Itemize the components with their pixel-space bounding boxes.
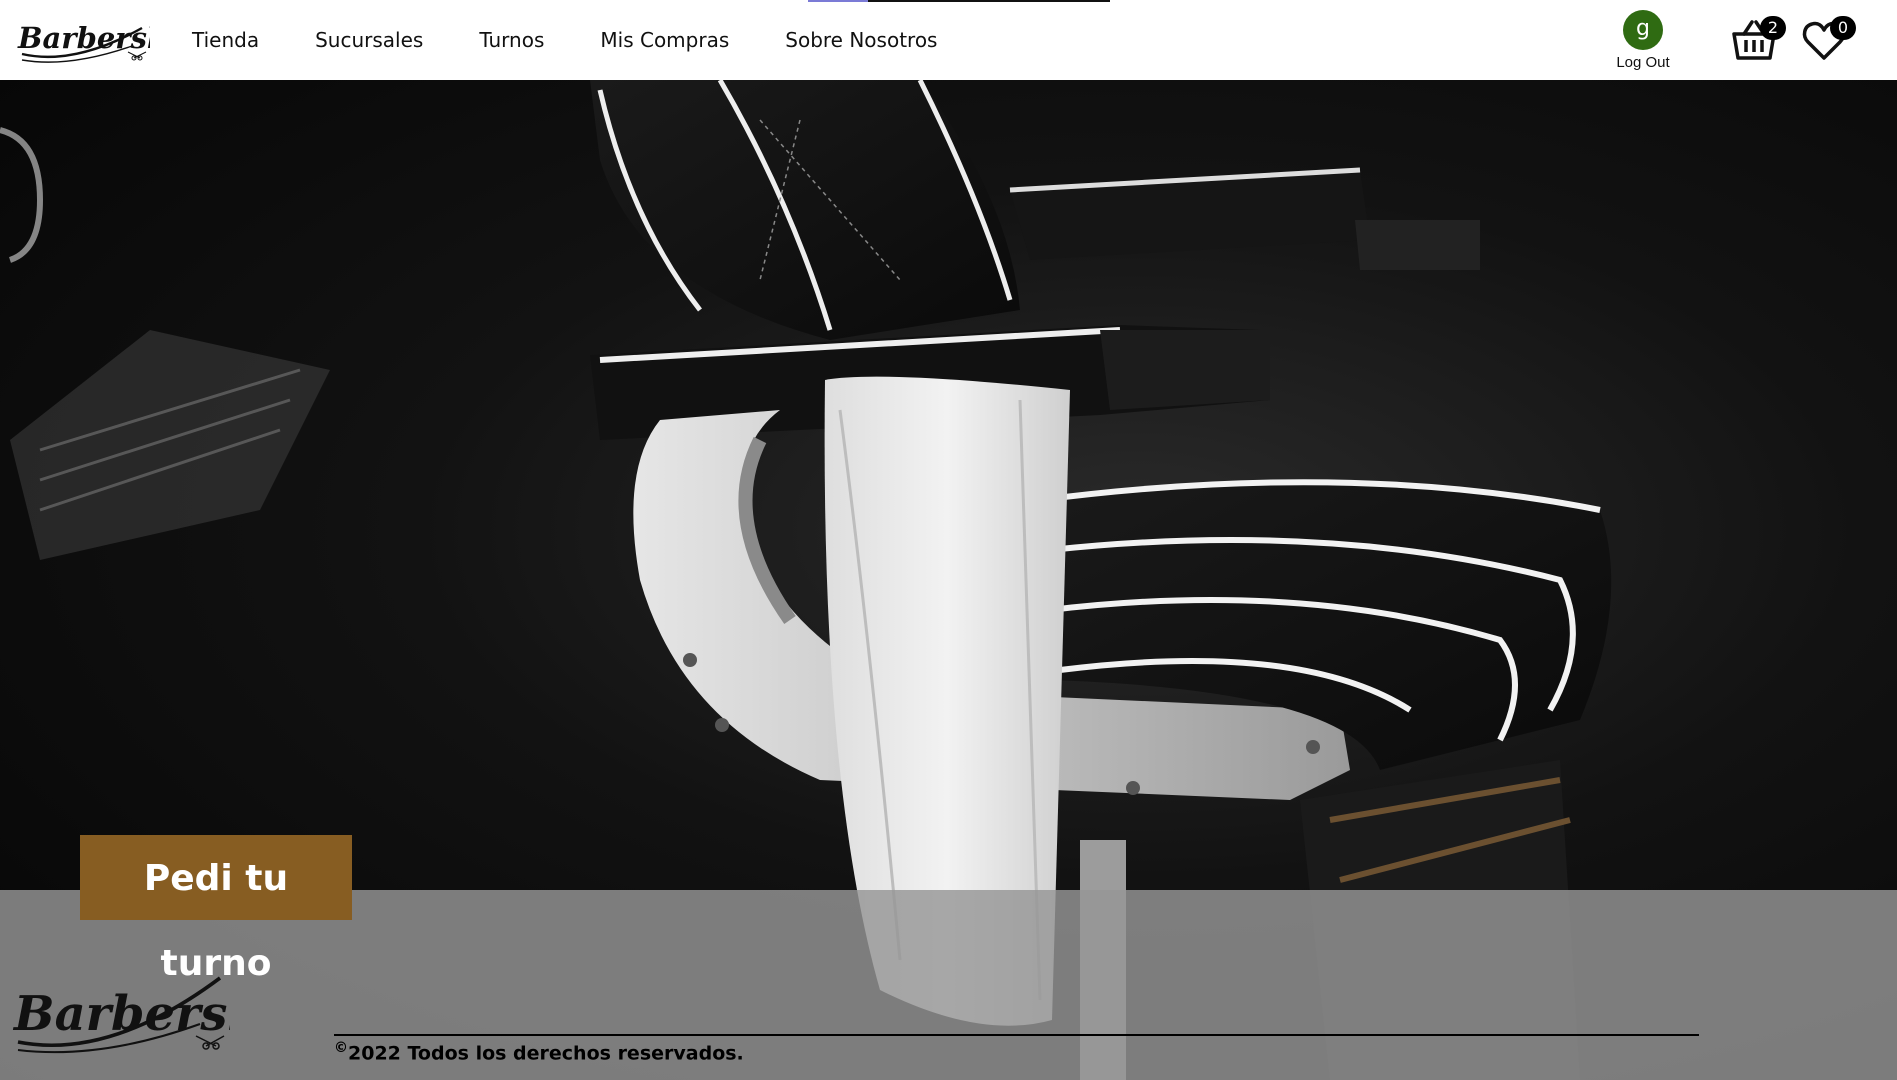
cart-count-badge: 2 (1760, 16, 1786, 40)
copyright-symbol: © (334, 1040, 348, 1056)
wishlist-button[interactable]: 0 (1800, 16, 1856, 64)
nav-link-turnos[interactable]: Turnos (479, 28, 544, 52)
wishlist-count-badge: 0 (1830, 16, 1856, 40)
nav-link-mis-compras[interactable]: Mis Compras (600, 28, 729, 52)
nav-link-tienda[interactable]: Tienda (192, 28, 259, 52)
user-menu[interactable]: g Log Out (1608, 10, 1678, 71)
logout-link[interactable]: Log Out (1608, 54, 1678, 71)
copyright-text: 2022 Todos los derechos reservados. (348, 1042, 744, 1065)
svg-text:Barbershop: Barbershop (17, 21, 150, 55)
top-navbar: Barbershop Tienda Sucursales Turnos Mis … (0, 0, 1897, 80)
cart-button[interactable]: 2 (1730, 16, 1786, 64)
book-appointment-button[interactable]: Pedi tu turno (80, 835, 352, 984)
copyright-notice: ©2022 Todos los derechos reservados. (334, 1040, 744, 1064)
avatar[interactable]: g (1623, 10, 1663, 50)
nav-link-sucursales[interactable]: Sucursales (315, 28, 423, 52)
footer-divider (334, 1034, 1699, 1036)
nav-link-sobre-nosotros[interactable]: Sobre Nosotros (785, 28, 937, 52)
brand-logo[interactable]: Barbershop (14, 8, 150, 70)
main-nav: Tienda Sucursales Turnos Mis Compras Sob… (176, 0, 977, 80)
